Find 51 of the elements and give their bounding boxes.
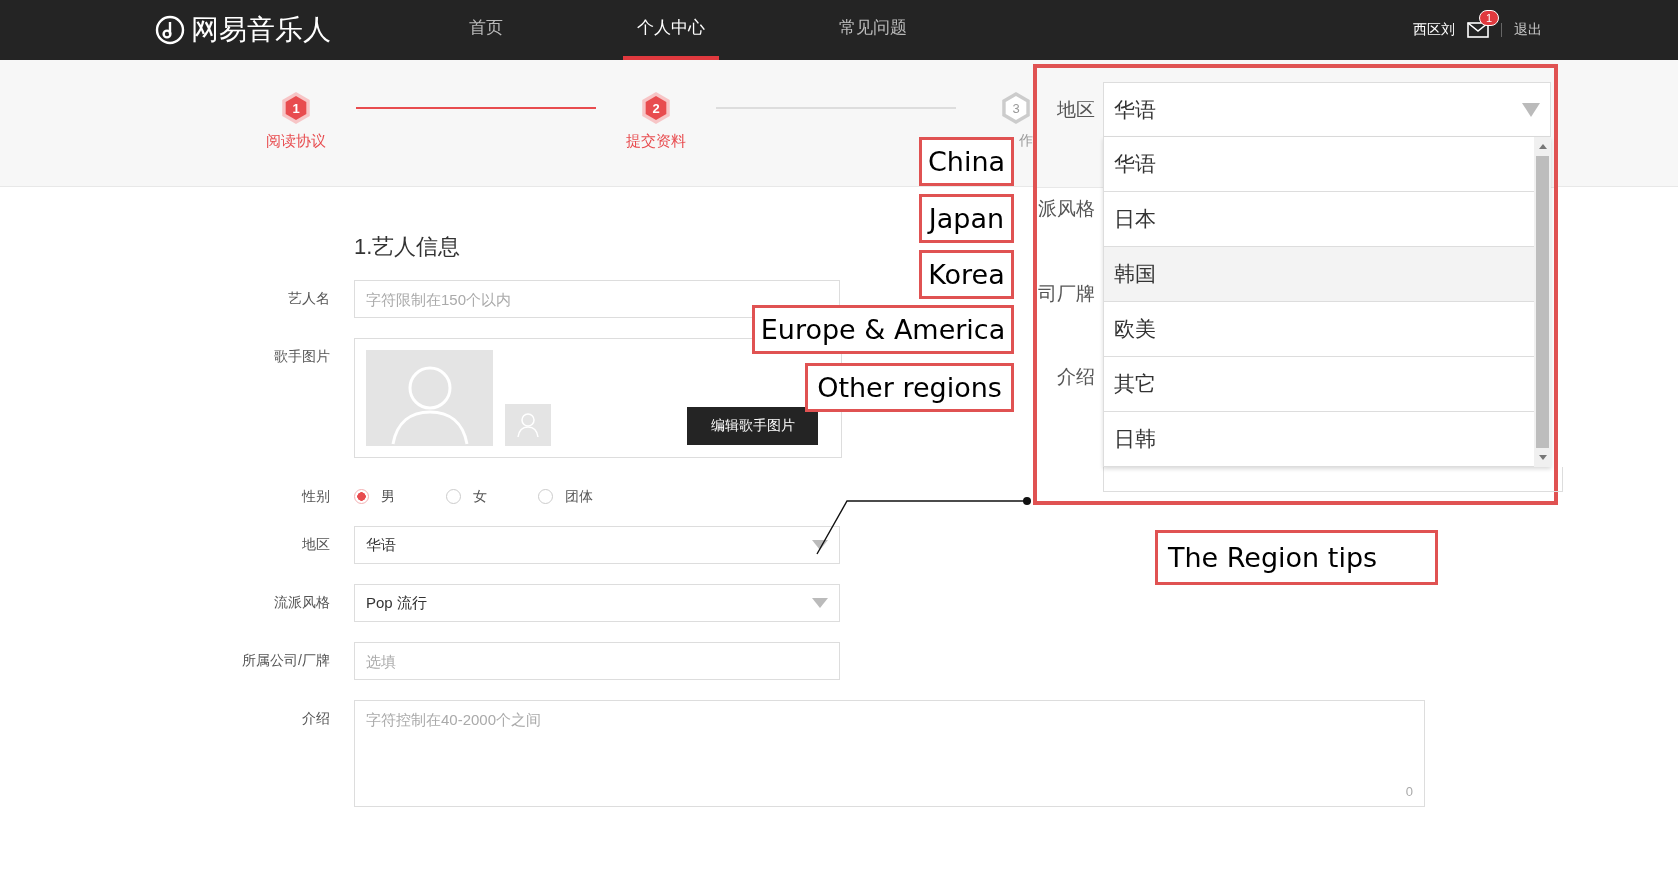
step-label: 提交资料 [626,132,686,151]
field-label: 艺人名 [287,289,330,308]
step-label: 作 [1019,132,1033,150]
step-number: 1 [280,92,312,124]
step-number: 3 [1000,92,1032,124]
field-label: 所属公司/厂牌 [241,651,330,670]
field-label: 地区 [1057,97,1096,122]
dropdown-option[interactable]: 其它 [1103,357,1534,412]
field-label: 介绍 [1057,365,1096,389]
field-label: 歌手图片 [273,347,330,366]
nav-tab[interactable]: 首页 [455,0,517,60]
annotation-label: The Region tips [1155,530,1438,585]
dropdown-option[interactable]: 欧美 [1103,302,1534,357]
step-number: 2 [640,92,672,124]
dropdown-option[interactable]: 韩国 [1103,247,1534,302]
notification-badge: 1 [1479,10,1500,26]
dropdown-select[interactable]: 华语 [354,526,840,564]
step-label: 阅读协议 [266,132,326,151]
section-title: 1.艺人信息 [354,233,462,261]
dropdown-select[interactable]: 华语 [1103,82,1551,137]
annotation-label: Europe & America [752,305,1014,354]
scrollbar[interactable] [1534,137,1551,467]
radio-option[interactable]: 团体 [538,478,630,514]
annotation-label: Korea [919,250,1014,299]
radio-option[interactable]: 男 [354,478,446,514]
radio-option[interactable]: 女 [446,478,538,514]
character-counter: 0 [1405,784,1413,799]
field-label: 性别 [300,487,330,506]
annotation-label: Japan [919,194,1014,243]
input-field[interactable]: 选填 [354,642,840,680]
music-note-icon [155,15,185,45]
dropdown-option[interactable]: 日本 [1103,192,1534,247]
user-name[interactable]: 西区刘 [1413,21,1455,39]
field-label: 地区 [301,535,330,554]
nav-tab[interactable]: 常见问题 [825,0,921,60]
field-label: 司厂牌 [1038,282,1096,306]
dropdown-option[interactable]: 日韩 [1103,412,1534,467]
annotation-label: Other regions [805,363,1014,412]
edit-photo-button[interactable]: 编辑歌手图片 [687,407,818,445]
annotation-label: China [919,137,1014,186]
input-field[interactable]: 字符限制在150个以内 [354,280,840,318]
field-label: 派风格 [1038,197,1096,221]
dropdown-option[interactable]: 华语 [1103,137,1534,192]
avatar-placeholder-icon [366,350,493,446]
logo-text[interactable]: 网易音乐人 [191,11,331,49]
mail-icon[interactable] [1467,22,1489,38]
field-label: 介绍 [301,709,330,728]
dropdown-select[interactable]: Pop 流行 [354,584,840,622]
avatar-thumbnail-icon [505,404,551,446]
field-label: 流派风格 [273,593,330,612]
logout-link[interactable]: 退出 [1514,21,1542,39]
